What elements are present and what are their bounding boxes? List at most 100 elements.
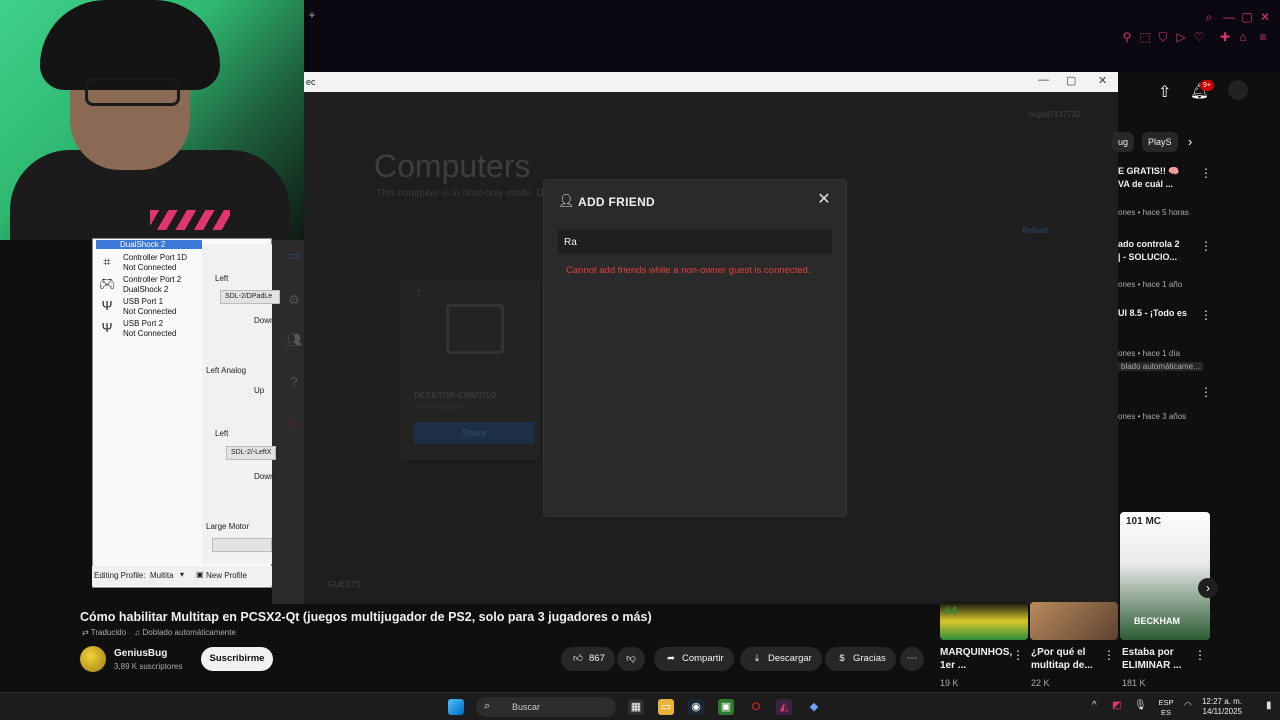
port-label: Controller Port 2 <box>123 275 182 284</box>
more-icon[interactable]: ⋮ <box>1200 239 1212 253</box>
computer-icon <box>446 304 504 354</box>
microphone-icon[interactable]: 🎙︎ <box>1134 700 1147 711</box>
friend-name-input[interactable] <box>558 230 832 254</box>
chevron-right-icon[interactable]: › <box>1198 578 1218 598</box>
search-icon[interactable]: ⌕ <box>1202 10 1216 24</box>
close-icon[interactable]: ✕ <box>816 192 832 208</box>
motor-slider[interactable] <box>212 538 272 552</box>
profile-bar: Editing Profile: Multita ▾ ▣ New Profile <box>92 566 272 586</box>
avatar[interactable] <box>1228 80 1248 100</box>
rec-title[interactable]: E GRATIS!! 🧠 <box>1118 166 1200 177</box>
usb-icon: Ψ <box>101 320 113 335</box>
channel-avatar[interactable] <box>80 646 106 672</box>
more-actions-button[interactable]: ⋯ <box>900 647 924 671</box>
opera-icon[interactable]: O <box>748 699 764 715</box>
file-explorer-icon[interactable]: ▭ <box>658 699 674 715</box>
profile-select[interactable]: Multita <box>150 571 174 580</box>
channel-name[interactable]: GeniusBug <box>114 648 167 659</box>
maximize-icon[interactable]: ▢ <box>1066 74 1076 87</box>
device-card[interactable]: 1 DESKTOP-CMM7I1O This Computer Share <box>400 280 540 460</box>
card-rating: 101 MC <box>1126 516 1162 527</box>
steam-icon[interactable]: ◉ <box>688 699 704 715</box>
notification-center-icon[interactable]: ▮ <box>1266 700 1272 711</box>
language-indicator[interactable]: ESP ES <box>1156 698 1176 718</box>
port-label: USB Port 1 <box>123 297 164 306</box>
webcam-glasses <box>85 78 180 106</box>
selected-port[interactable]: DualShock 2 <box>96 240 202 249</box>
chevron-right-icon[interactable]: › <box>1188 134 1192 149</box>
port-status: DualShock 2 <box>123 285 169 294</box>
logout-icon[interactable]: ⏻ <box>286 416 302 432</box>
rec-title[interactable]: | - SOLUCIO... <box>1118 252 1200 262</box>
subscribe-button[interactable]: Suscribirme <box>201 647 273 671</box>
parsec-icon[interactable]: ◆ <box>806 699 822 715</box>
reload-link[interactable]: Reload <box>1022 226 1047 235</box>
download-button[interactable]: ⤓ Descargar <box>740 647 822 671</box>
taskbar-search[interactable]: Buscar <box>476 697 616 717</box>
minimize-icon[interactable]: — <box>1222 10 1236 24</box>
taskbar-clock[interactable]: 12:27 a. m. 14/11/2025 <box>1196 697 1242 717</box>
rec-meta: ones • hace 3 años <box>1118 412 1187 421</box>
short-thumbnail[interactable]: #4 <box>940 602 1028 640</box>
binding-button[interactable]: SDL-2/DPadLe <box>220 290 280 304</box>
short-title[interactable]: MARQUINHOS, 1er ... <box>940 646 1012 672</box>
rec-title[interactable]: ado controla 2 <box>1118 239 1200 249</box>
tray-chevron-icon[interactable]: ^ <box>1092 700 1097 711</box>
close-icon[interactable]: ✕ <box>1258 10 1272 24</box>
extensions-icon[interactable]: ✚ <box>1218 30 1232 44</box>
screenshot-icon[interactable]: ⬚ <box>1138 30 1152 44</box>
share-label: Compartir <box>682 653 724 664</box>
short-thumbnail[interactable]: 101 MC BECKHAM <box>1120 512 1210 640</box>
more-icon[interactable]: ⋮ <box>1103 648 1115 662</box>
like-button[interactable]: 👍︎ 867 <box>561 647 615 671</box>
more-icon[interactable]: ⋮ <box>1194 648 1206 662</box>
short-thumbnail[interactable] <box>1030 602 1118 640</box>
short-title[interactable]: ¿Por qué el multitap de... <box>1031 646 1103 672</box>
tray-app-icon[interactable]: ◩ <box>1112 700 1121 711</box>
upload-icon[interactable]: ⇧ <box>1158 82 1171 102</box>
minimize-icon[interactable]: — <box>1038 74 1049 86</box>
play-icon[interactable]: ▷ <box>1174 30 1188 44</box>
help-icon[interactable]: ? <box>286 374 302 390</box>
short-views: 19 K <box>940 678 959 688</box>
short-title[interactable]: Estaba por ELIMINAR ... <box>1122 646 1194 672</box>
more-icon[interactable]: ⋮ <box>1200 166 1212 180</box>
short-views: 22 K <box>1031 678 1050 688</box>
clock-date: 14/11/2025 <box>1202 707 1242 716</box>
close-icon[interactable]: ✕ <box>1098 74 1107 87</box>
new-profile-button[interactable]: New Profile <box>206 571 247 580</box>
chip[interactable]: PlayS <box>1142 132 1178 152</box>
wifi-icon[interactable]: ◠ <box>1184 700 1192 711</box>
page-subtitle: This computer is in host-only mode. Dis <box>376 188 552 199</box>
heart-icon[interactable]: ♡ <box>1192 30 1206 44</box>
chip[interactable]: ug <box>1112 132 1135 152</box>
app-sidebar: ▭ ⚙ 👥︎ ? ⏻ <box>272 240 304 470</box>
profile-icon[interactable]: ⌂ <box>1236 30 1250 44</box>
rec-title[interactable]: VA de cuál ... <box>1118 179 1200 189</box>
windows-start-icon[interactable] <box>448 699 464 715</box>
app-icon[interactable]: ▣ <box>718 699 734 715</box>
gear-icon[interactable]: ⚙ <box>286 292 302 308</box>
opera-gx-icon[interactable]: ◭ <box>776 699 792 715</box>
more-icon[interactable]: ⋮ <box>1200 385 1212 399</box>
more-icon[interactable]: ⋮ <box>1200 308 1212 322</box>
shield-icon[interactable]: ⛉ <box>1156 30 1170 44</box>
thanks-button[interactable]: $ Gracias <box>825 647 896 671</box>
share-button[interactable]: Share <box>414 422 534 444</box>
translation-info: ⇄ Traducido ♫ Doblado automáticamente <box>82 628 236 637</box>
more-icon[interactable]: ⋮ <box>1012 648 1024 662</box>
friends-icon[interactable]: 👥︎ <box>286 332 303 348</box>
share-button[interactable]: ➦ Compartir <box>654 647 734 671</box>
computer-icon[interactable]: ▭ <box>286 248 302 264</box>
new-tab-icon[interactable]: + <box>305 8 319 22</box>
task-view-icon[interactable]: ▦ <box>628 699 644 715</box>
dislike-button[interactable]: 👎︎ <box>617 647 645 671</box>
gamepad-icon: 🎮︎ <box>99 276 116 291</box>
menu-icon[interactable]: ≡ <box>1256 30 1270 44</box>
rec-title[interactable]: UI 8.5 - ¡Todo es <box>1118 308 1200 318</box>
device-count: 1 <box>416 288 422 298</box>
binding-button[interactable]: SDL-2/-LeftX <box>226 446 276 460</box>
maximize-icon[interactable]: ▢ <box>1240 10 1254 24</box>
pin-icon[interactable]: ⚲ <box>1120 30 1134 44</box>
user-tag: vegati7137732 <box>1028 110 1081 119</box>
